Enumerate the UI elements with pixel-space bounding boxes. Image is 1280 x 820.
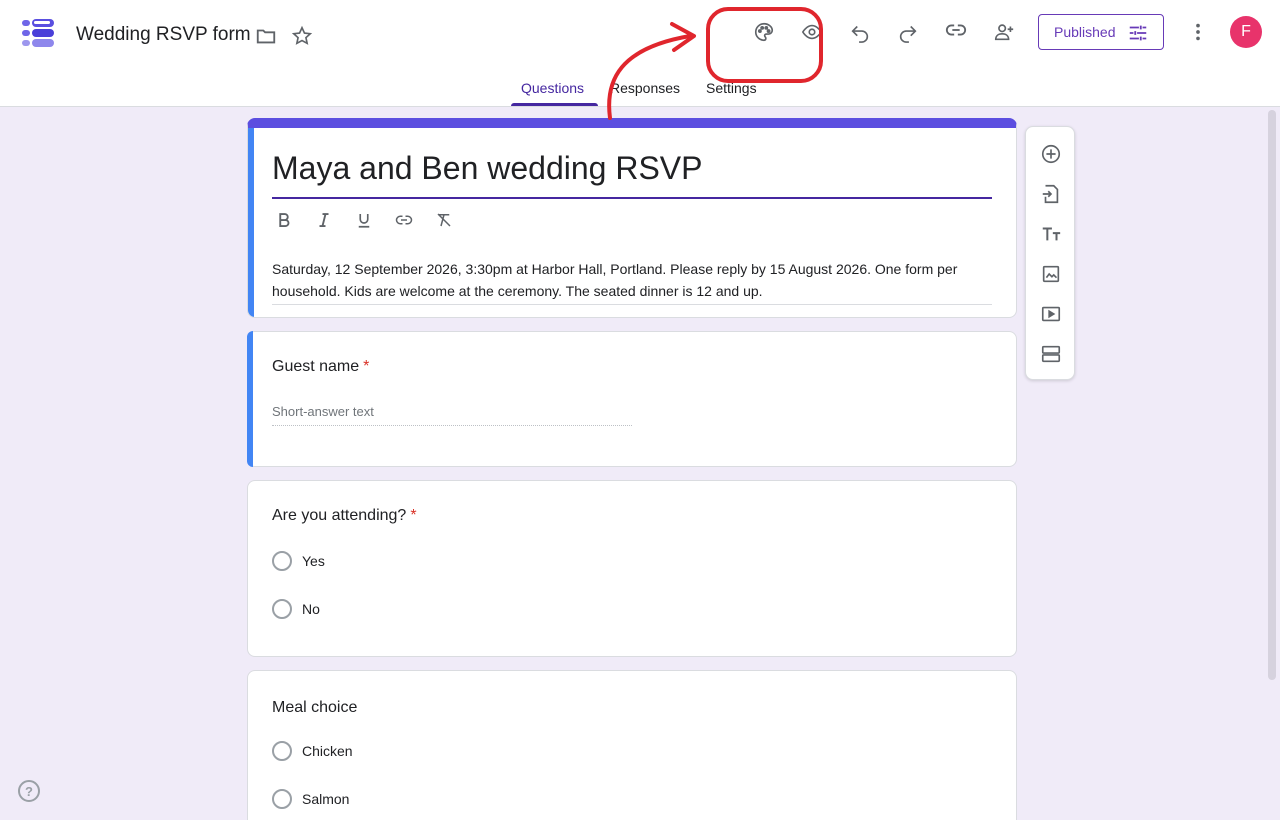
radio-button[interactable] (272, 789, 292, 809)
add-title-description-icon[interactable] (1038, 221, 1064, 247)
radio-option-chicken[interactable]: Chicken (272, 741, 353, 761)
clear-formatting-icon[interactable] (432, 208, 456, 232)
option-label: Salmon (302, 791, 350, 807)
radio-option-no[interactable]: No (272, 599, 320, 619)
palette-icon[interactable] (744, 12, 784, 52)
question-title-text: Are you attending? (272, 507, 407, 524)
form-title[interactable]: Maya and Ben wedding RSVP (272, 150, 992, 199)
active-card-accent (247, 331, 253, 467)
published-label: Published (1054, 24, 1116, 40)
help-icon[interactable]: ? (18, 780, 40, 802)
active-card-accent (248, 128, 254, 317)
option-label: Yes (302, 553, 325, 569)
radio-button[interactable] (272, 741, 292, 761)
settings-sliders-icon (1129, 25, 1147, 41)
option-label: No (302, 601, 320, 617)
form-header-card[interactable]: Maya and Ben wedding RSVP Saturday, 12 S… (247, 118, 1017, 318)
formatting-toolbar (272, 208, 456, 232)
italic-icon[interactable] (312, 208, 336, 232)
radio-button[interactable] (272, 551, 292, 571)
underline-icon[interactable] (352, 208, 376, 232)
top-bar: Wedding RSVP form Published F Questions … (0, 0, 1280, 107)
tab-settings[interactable]: Settings (706, 80, 757, 96)
redo-icon[interactable] (888, 12, 928, 52)
document-title[interactable]: Wedding RSVP form (76, 24, 251, 46)
question-title-text: Meal choice (272, 699, 358, 716)
published-button[interactable]: Published (1038, 14, 1164, 50)
eye-icon[interactable] (792, 12, 832, 52)
question-card-guest-name[interactable]: Guest name * Short-answer text (247, 331, 1017, 467)
tab-questions[interactable]: Questions (521, 80, 584, 96)
insert-link-icon[interactable] (392, 208, 416, 232)
radio-option-salmon[interactable]: Salmon (272, 789, 349, 809)
add-question-icon[interactable] (1038, 141, 1064, 167)
forms-logo-icon[interactable] (20, 16, 56, 52)
question-toolbar (1025, 126, 1075, 380)
add-section-icon[interactable] (1038, 341, 1064, 367)
question-title: Are you attending? * (272, 507, 417, 525)
form-description[interactable]: Saturday, 12 September 2026, 3:30pm at H… (272, 258, 992, 305)
radio-button[interactable] (272, 599, 292, 619)
page-scrollbar[interactable] (1268, 110, 1276, 680)
question-title: Meal choice (272, 699, 357, 717)
folder-icon[interactable] (246, 16, 286, 56)
question-title: Guest name * (272, 358, 369, 376)
question-card-attending[interactable]: Are you attending? * Yes No (247, 480, 1017, 657)
bold-icon[interactable] (272, 208, 296, 232)
more-vert-icon[interactable] (1178, 12, 1218, 52)
question-title-text: Guest name (272, 358, 360, 375)
tab-responses[interactable]: Responses (610, 80, 680, 96)
avatar[interactable]: F (1230, 16, 1262, 48)
star-icon[interactable] (282, 16, 322, 56)
add-video-icon[interactable] (1038, 301, 1064, 327)
undo-icon[interactable] (840, 12, 880, 52)
import-questions-icon[interactable] (1038, 181, 1064, 207)
question-card-meal-choice[interactable]: Meal choice Chicken Salmon (247, 670, 1017, 820)
add-image-icon[interactable] (1038, 261, 1064, 287)
radio-option-yes[interactable]: Yes (272, 551, 325, 571)
person-add-icon[interactable] (984, 12, 1024, 52)
option-label: Chicken (302, 743, 353, 759)
required-asterisk: * (363, 358, 370, 375)
link-icon[interactable] (936, 10, 976, 50)
required-asterisk: * (410, 507, 417, 524)
active-tab-indicator (511, 103, 598, 106)
short-answer-field[interactable]: Short-answer text (272, 404, 632, 426)
